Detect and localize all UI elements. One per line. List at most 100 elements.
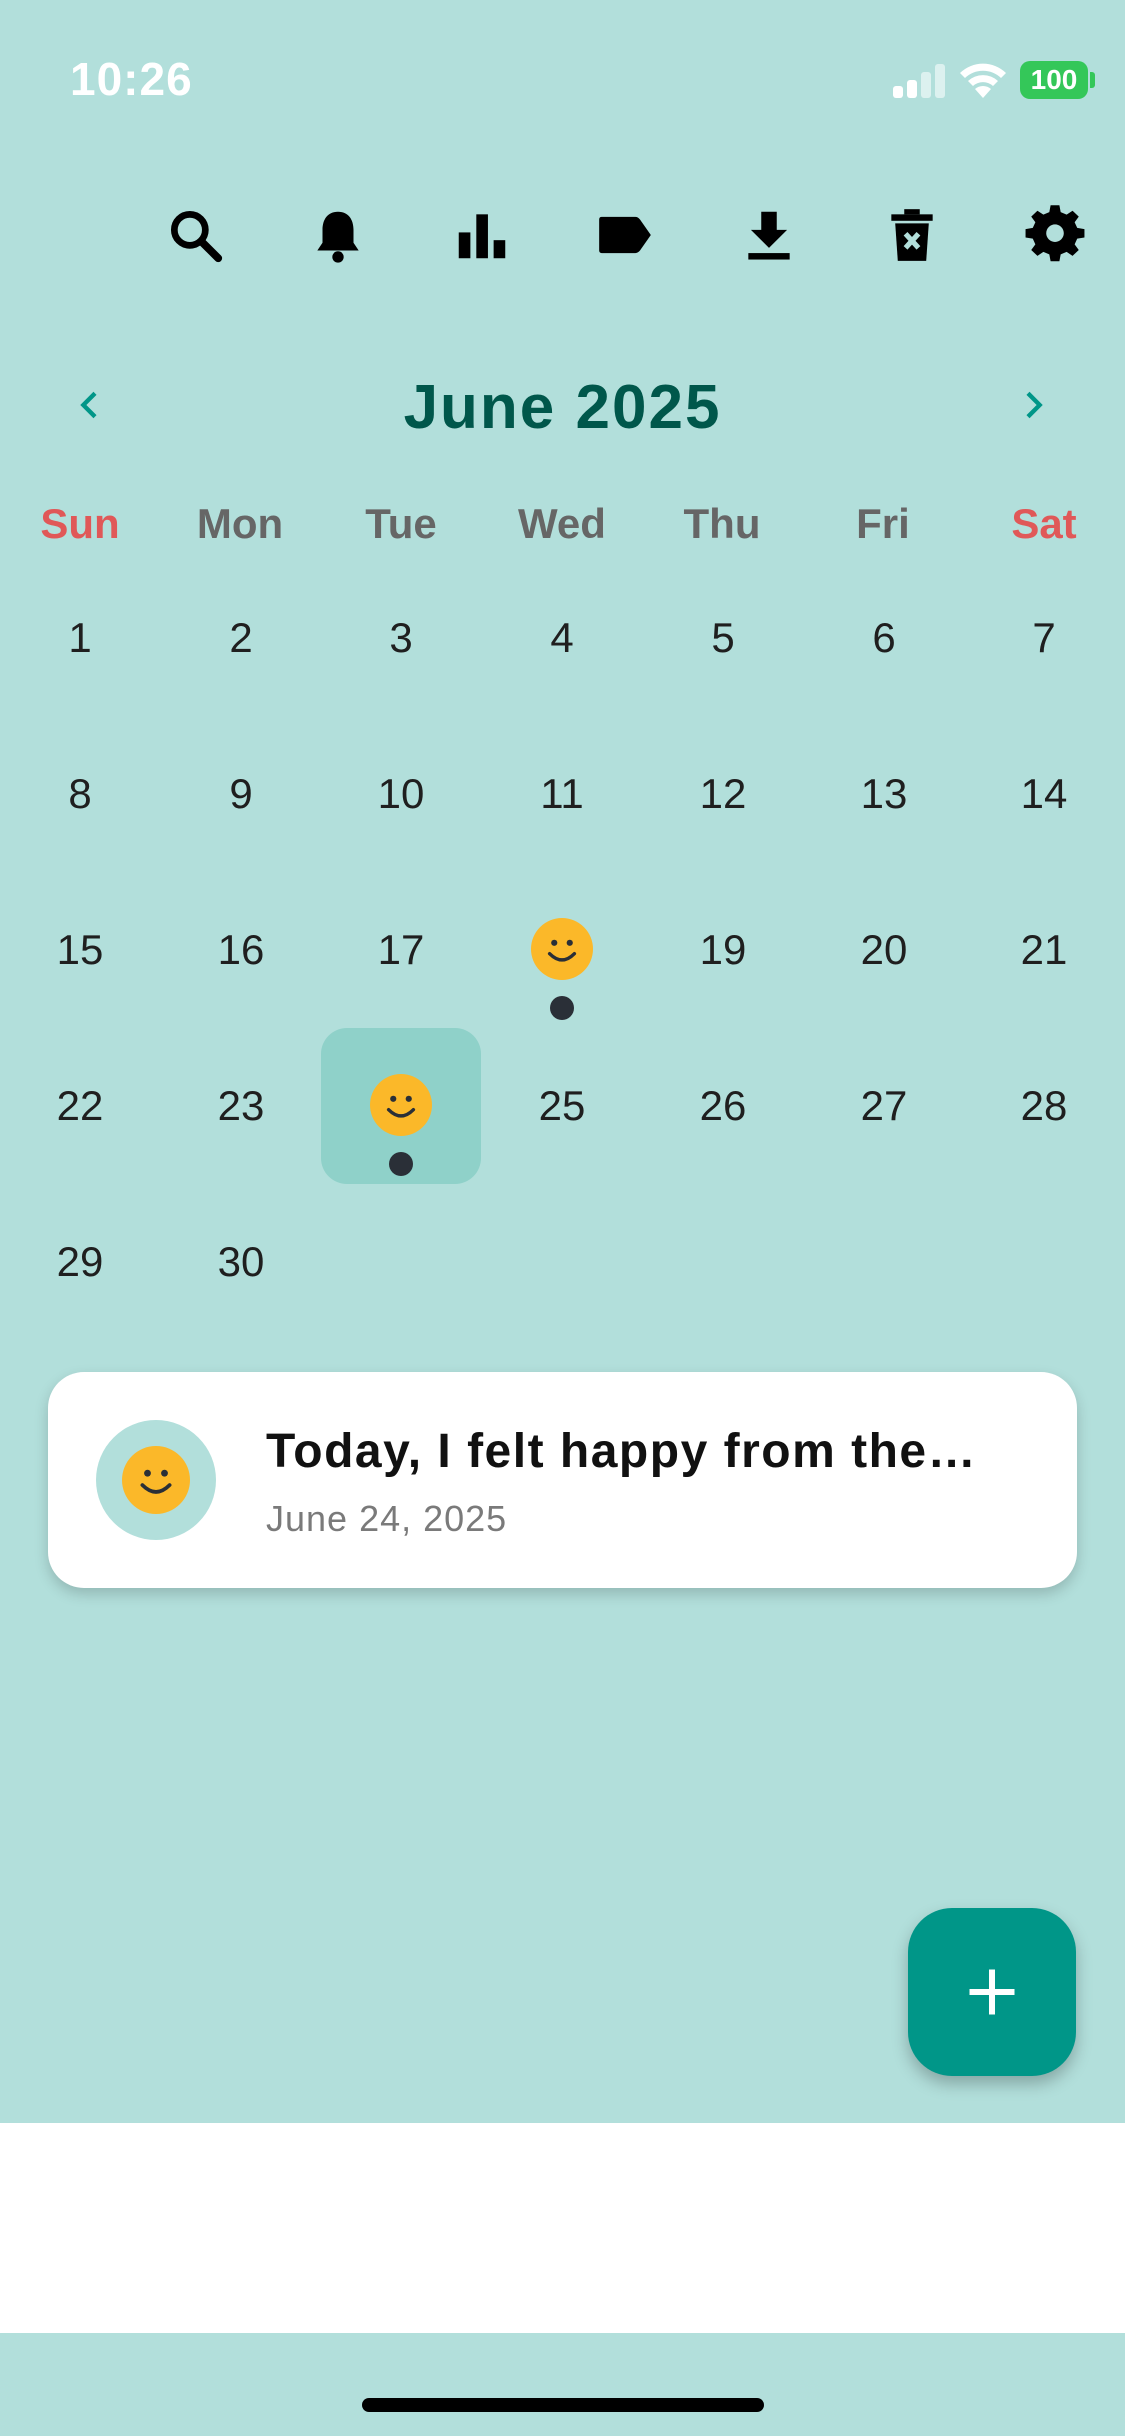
label-tag-icon xyxy=(599,216,651,254)
status-bar: 10:26 100 xyxy=(0,0,1125,150)
next-month-button[interactable] xyxy=(1003,375,1063,435)
day-number: 14 xyxy=(1020,770,1068,817)
calendar-day[interactable]: 19 xyxy=(643,872,803,1028)
day-number: 1 xyxy=(68,614,92,661)
day-number: 19 xyxy=(699,926,747,973)
battery-nub xyxy=(1090,72,1095,88)
calendar-day[interactable]: 15 xyxy=(0,872,160,1028)
diary-entry-card[interactable]: Today, I felt happy from the… June 24, 2… xyxy=(48,1372,1077,1588)
calendar-day[interactable]: 28 xyxy=(964,1028,1124,1184)
status-time: 10:26 xyxy=(70,53,193,105)
day-number: 6 xyxy=(872,614,896,661)
delete-icon xyxy=(891,209,933,261)
calendar-day[interactable]: 10 xyxy=(321,716,481,872)
home-indicator[interactable] xyxy=(362,2398,764,2412)
day-number: 20 xyxy=(860,926,908,973)
search-button[interactable] xyxy=(150,190,240,280)
weekday-label: Wed xyxy=(518,500,606,547)
calendar-day[interactable]: 3 xyxy=(321,560,481,716)
download-button[interactable] xyxy=(724,190,814,280)
labels-button[interactable] xyxy=(580,190,670,280)
day-number: 9 xyxy=(229,770,253,817)
calendar-day[interactable]: 25 xyxy=(482,1028,642,1184)
calendar-day[interactable]: 22 xyxy=(0,1028,160,1184)
calendar-day[interactable]: 11 xyxy=(482,716,642,872)
calendar-day[interactable]: 17 xyxy=(321,872,481,1028)
calendar-day[interactable]: 7 xyxy=(964,560,1124,716)
day-number: 5 xyxy=(711,614,735,661)
gear-icon xyxy=(1025,205,1085,262)
entry-mood-avatar xyxy=(96,1420,216,1540)
day-number: 23 xyxy=(217,1082,265,1129)
calendar-day[interactable]: 2 xyxy=(161,560,321,716)
calendar-day[interactable]: 9 xyxy=(161,716,321,872)
day-number: 29 xyxy=(56,1238,104,1285)
calendar-day[interactable]: 8 xyxy=(0,716,160,872)
wifi-icon xyxy=(958,60,1008,100)
calendar-day[interactable]: 13 xyxy=(804,716,964,872)
day-number: 21 xyxy=(1020,926,1068,973)
day-number: 7 xyxy=(1032,614,1056,661)
settings-button[interactable] xyxy=(1010,190,1100,280)
calendar-day[interactable]: 21 xyxy=(964,872,1124,1028)
app-screen: 10:26 100 June 2025 Sun Mon Tue Wed Thu … xyxy=(0,0,1125,2436)
month-header: June 2025 xyxy=(0,360,1125,450)
calendar-day[interactable]: 26 xyxy=(643,1028,803,1184)
day-number: 22 xyxy=(56,1082,104,1129)
day-number: 25 xyxy=(538,1082,586,1129)
add-entry-button[interactable] xyxy=(908,1908,1076,2076)
search-icon xyxy=(170,210,223,263)
notifications-button[interactable] xyxy=(293,190,383,280)
day-number: 11 xyxy=(540,770,584,817)
day-number: 15 xyxy=(56,926,104,973)
bottom-ad-area xyxy=(0,2123,1125,2333)
day-number: 30 xyxy=(217,1238,265,1285)
weekday-label: Fri xyxy=(856,500,910,547)
calendar-day[interactable]: 29 xyxy=(0,1184,160,1340)
day-number: 3 xyxy=(389,614,413,661)
day-number: 10 xyxy=(377,770,425,817)
day-number: 16 xyxy=(217,926,265,973)
chevron-right-icon xyxy=(1026,391,1043,419)
day-number: 27 xyxy=(860,1082,908,1129)
calendar-day[interactable] xyxy=(482,872,642,1028)
day-number: 28 xyxy=(1020,1082,1068,1129)
entry-indicator-dot xyxy=(389,1152,413,1176)
cellular-signal-icon xyxy=(893,64,945,98)
smiley-face-icon xyxy=(370,1074,432,1136)
plus-icon xyxy=(969,1969,1015,2015)
toolbar xyxy=(150,190,1100,280)
calendar-day[interactable]: 4 xyxy=(482,560,642,716)
weekday-label: Sun xyxy=(40,500,120,547)
download-icon xyxy=(748,211,790,260)
entry-title: Today, I felt happy from the… xyxy=(266,1425,978,1478)
calendar-day[interactable]: 6 xyxy=(804,560,964,716)
entry-indicator-dot xyxy=(550,996,574,1020)
day-number: 8 xyxy=(68,770,92,817)
calendar-day[interactable]: 1 xyxy=(0,560,160,716)
calendar-day[interactable]: 16 xyxy=(161,872,321,1028)
smiley-face-icon xyxy=(122,1446,190,1514)
statistics-button[interactable] xyxy=(437,190,527,280)
calendar-day[interactable]: 14 xyxy=(964,716,1124,872)
month-title: June 2025 xyxy=(403,373,722,442)
weekday-header-row: Sun Mon Tue Wed Thu Fri Sat xyxy=(0,500,1125,560)
weekday-label: Mon xyxy=(196,500,284,547)
weekday-label: Thu xyxy=(683,500,761,547)
calendar-day[interactable]: 12 xyxy=(643,716,803,872)
calendar-day[interactable]: 27 xyxy=(804,1028,964,1184)
day-number: 26 xyxy=(699,1082,747,1129)
delete-button[interactable] xyxy=(867,190,957,280)
day-number: 2 xyxy=(229,614,253,661)
calendar-day[interactable]: 5 xyxy=(643,560,803,716)
day-number: 4 xyxy=(550,614,574,661)
calendar-day[interactable]: 30 xyxy=(161,1184,321,1340)
calendar-grid: 1 2 3 4 5 6 7 8 9 10 11 12 13 14 15 16 17 19 20 21 22 23 25 26 2… xyxy=(0,560,1125,1340)
calendar-day[interactable]: 23 xyxy=(161,1028,321,1184)
calendar-day[interactable]: 20 xyxy=(804,872,964,1028)
day-number: 17 xyxy=(377,926,425,973)
calendar-day[interactable] xyxy=(321,1028,481,1184)
bar-chart-icon xyxy=(458,214,506,259)
day-number: 13 xyxy=(860,770,908,817)
weekday-label: Sat xyxy=(1011,500,1077,547)
